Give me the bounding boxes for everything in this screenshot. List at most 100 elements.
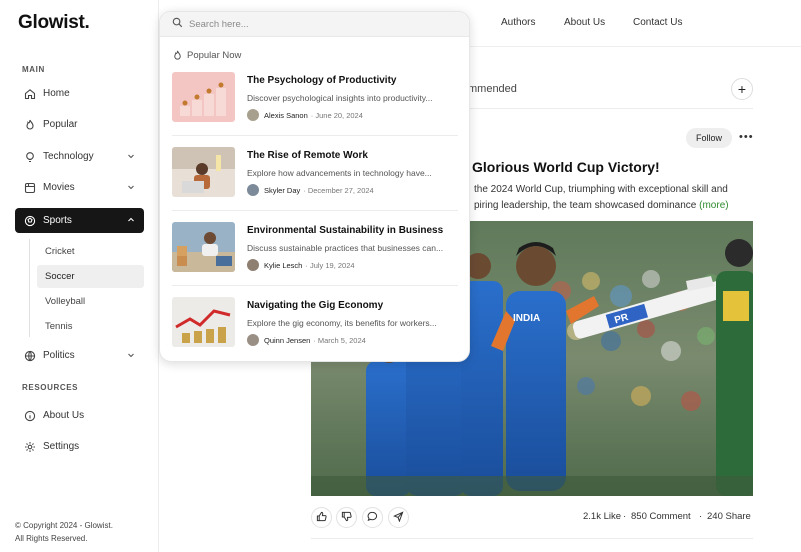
copyright-line: © Copyright 2024 - Glowist. bbox=[15, 521, 113, 530]
sidebar-item-label: Movies bbox=[43, 182, 75, 193]
article-description: Explore how advancements in technology h… bbox=[247, 168, 432, 178]
search-result-item[interactable]: Environmental Sustainability in Business… bbox=[172, 222, 458, 276]
nav-link-contact[interactable]: Contact Us bbox=[633, 17, 682, 28]
tab-recommended[interactable]: mmended bbox=[468, 83, 517, 95]
logo[interactable]: Glowist. bbox=[18, 12, 90, 34]
post-title[interactable]: Glorious World Cup Victory! bbox=[472, 159, 660, 175]
article-meta: Alexis Sanon · June 20, 2024 bbox=[247, 109, 363, 121]
chevron-down-icon[interactable] bbox=[127, 152, 135, 163]
search-result-item[interactable]: The Psychology of Productivity Discover … bbox=[172, 72, 458, 126]
like-count: 2.1k Like bbox=[583, 511, 622, 522]
sidebar-item-label: Sports bbox=[43, 215, 72, 226]
sidebar-item-label: Settings bbox=[43, 441, 80, 452]
article-author[interactable]: Skyler Day bbox=[264, 186, 300, 195]
submenu-guide-line bbox=[29, 239, 30, 337]
sidebar-item-label: Politics bbox=[43, 350, 75, 361]
follow-button[interactable]: Follow bbox=[686, 128, 732, 148]
avatar bbox=[247, 184, 259, 196]
search-input[interactable] bbox=[189, 18, 439, 30]
sidebar-item-movies[interactable]: Movies bbox=[15, 175, 144, 200]
article-title[interactable]: The Psychology of Productivity bbox=[247, 75, 396, 86]
add-topic-button[interactable]: + bbox=[731, 78, 753, 100]
search-dropdown: Popular Now The Psychology of Productivi… bbox=[159, 11, 470, 362]
more-link[interactable]: (more) bbox=[699, 200, 728, 211]
bulb-icon bbox=[23, 150, 36, 163]
sidebar-item-politics[interactable]: Politics bbox=[15, 343, 144, 368]
article-description: Explore the gig economy, its benefits fo… bbox=[247, 318, 437, 328]
plus-icon: + bbox=[737, 81, 747, 97]
info-icon bbox=[23, 409, 36, 422]
popular-now-heading: Popular Now bbox=[172, 50, 241, 61]
article-title[interactable]: The Rise of Remote Work bbox=[247, 150, 368, 161]
result-divider bbox=[172, 285, 458, 286]
thumbs-up-icon bbox=[316, 509, 327, 527]
sidebar-item-technology[interactable]: Technology bbox=[15, 144, 144, 169]
article-meta: Quinn Jensen · March 5, 2024 bbox=[247, 334, 366, 346]
sub-item-cricket[interactable]: Cricket bbox=[37, 240, 144, 263]
film-icon bbox=[23, 181, 36, 194]
post-excerpt-line: the 2024 World Cup, triumphing with exce… bbox=[474, 184, 728, 195]
post-divider bbox=[311, 538, 753, 539]
comment-button[interactable] bbox=[362, 507, 383, 528]
search-result-item[interactable]: Navigating the Gig Economy Explore the g… bbox=[172, 297, 458, 351]
stats-separator: · bbox=[623, 511, 627, 522]
jersey-text: INDIA bbox=[513, 313, 540, 324]
article-thumbnail bbox=[172, 222, 235, 272]
article-title[interactable]: Environmental Sustainability in Business bbox=[247, 225, 443, 236]
search-icon bbox=[172, 15, 183, 33]
dislike-button[interactable] bbox=[336, 507, 357, 528]
copyright-line: All Rights Reserved. bbox=[15, 534, 88, 543]
section-label-main: MAIN bbox=[22, 65, 45, 74]
article-thumbnail bbox=[172, 72, 235, 122]
home-icon bbox=[23, 87, 36, 100]
search-result-item[interactable]: The Rise of Remote Work Explore how adva… bbox=[172, 147, 458, 201]
article-thumbnail bbox=[172, 147, 235, 197]
sidebar-item-label: Home bbox=[43, 88, 70, 99]
result-divider bbox=[172, 210, 458, 211]
sidebar-item-home[interactable]: Home bbox=[15, 81, 144, 106]
ball-icon bbox=[23, 214, 36, 227]
stats-separator: · bbox=[699, 511, 703, 522]
search-bar[interactable] bbox=[160, 12, 469, 37]
flame-icon bbox=[23, 118, 36, 131]
article-date: · March 5, 2024 bbox=[313, 335, 366, 345]
article-description: Discover psychological insights into pro… bbox=[247, 93, 433, 103]
more-options-icon[interactable]: ••• bbox=[739, 131, 754, 143]
sub-item-tennis[interactable]: Tennis bbox=[37, 315, 144, 338]
post-excerpt: the 2024 World Cup, triumphing with exce… bbox=[474, 182, 744, 214]
sub-item-soccer[interactable]: Soccer bbox=[37, 265, 144, 288]
avatar bbox=[247, 259, 259, 271]
sidebar-item-settings[interactable]: Settings bbox=[15, 434, 144, 459]
sidebar-item-popular[interactable]: Popular bbox=[15, 112, 144, 137]
chevron-down-icon[interactable] bbox=[127, 351, 135, 362]
sidebar: Glowist. MAIN Home Popular Technology Mo… bbox=[0, 0, 159, 552]
sub-item-volleyball[interactable]: Volleyball bbox=[37, 290, 144, 313]
nav-link-about[interactable]: About Us bbox=[564, 17, 605, 28]
sidebar-item-sports[interactable]: Sports bbox=[15, 208, 144, 233]
article-date: · June 20, 2024 bbox=[310, 110, 363, 120]
share-count: 240 Share bbox=[707, 511, 751, 522]
sidebar-item-label: About Us bbox=[43, 410, 85, 421]
section-label-resources: RESOURCES bbox=[22, 383, 79, 392]
article-author[interactable]: Kylie Lesch bbox=[264, 261, 302, 270]
copyright: © Copyright 2024 - Glowist. All Rights R… bbox=[15, 519, 113, 545]
sidebar-item-about[interactable]: About Us bbox=[15, 403, 144, 428]
sidebar-item-label: Technology bbox=[43, 151, 94, 162]
article-author[interactable]: Quinn Jensen bbox=[264, 336, 310, 345]
like-button[interactable] bbox=[311, 507, 332, 528]
chevron-down-icon[interactable] bbox=[127, 183, 135, 194]
flame-icon bbox=[172, 50, 183, 61]
gear-icon bbox=[23, 440, 36, 453]
article-date: · July 19, 2024 bbox=[305, 260, 355, 270]
comment-count: 850 Comment bbox=[631, 511, 691, 522]
article-date: · December 27, 2024 bbox=[303, 185, 374, 195]
share-button[interactable] bbox=[388, 507, 409, 528]
avatar bbox=[247, 334, 259, 346]
article-author[interactable]: Alexis Sanon bbox=[264, 111, 308, 120]
article-meta: Skyler Day · December 27, 2024 bbox=[247, 184, 374, 196]
article-title[interactable]: Navigating the Gig Economy bbox=[247, 300, 383, 311]
nav-link-authors[interactable]: Authors bbox=[501, 17, 535, 28]
send-icon bbox=[393, 509, 404, 527]
article-thumbnail bbox=[172, 297, 235, 347]
chevron-up-icon[interactable] bbox=[127, 216, 135, 227]
